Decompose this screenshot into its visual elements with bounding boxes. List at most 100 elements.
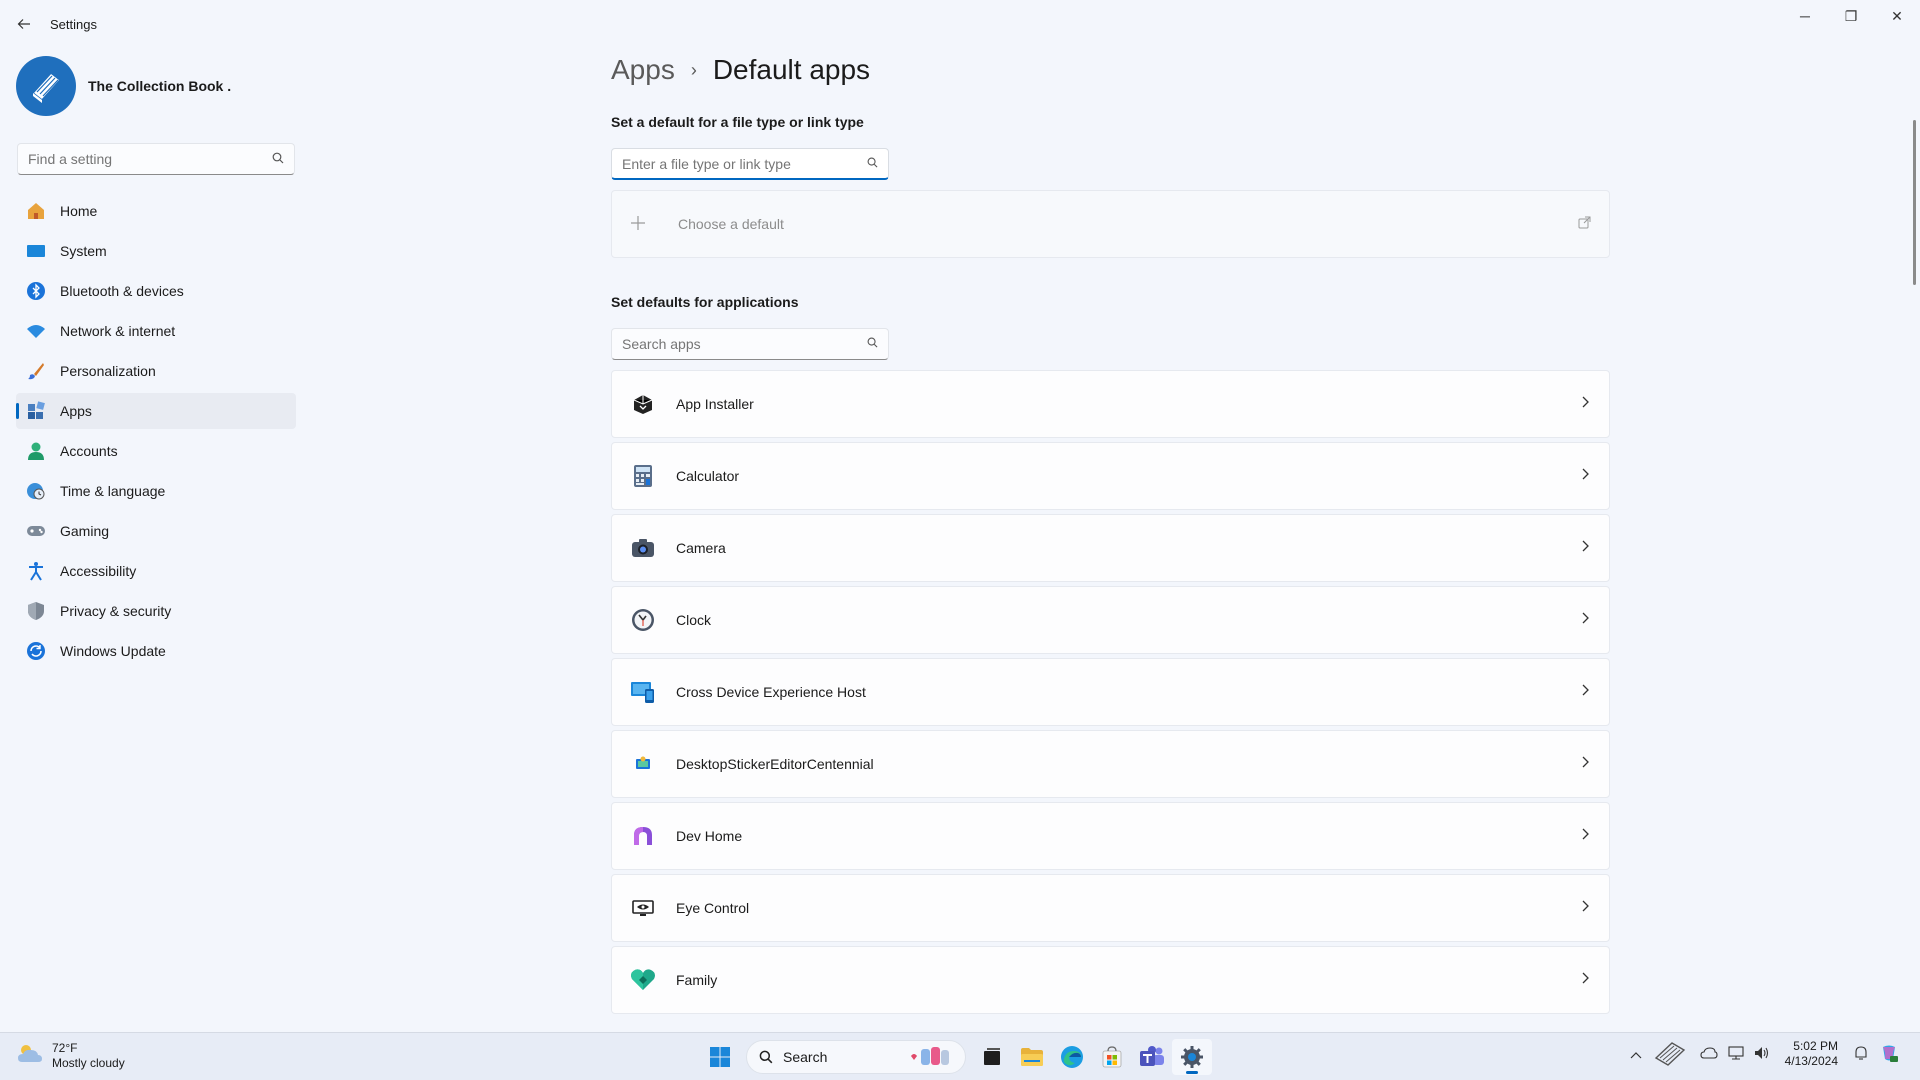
chevron-right-icon xyxy=(1581,827,1591,845)
app-name: App Installer xyxy=(676,396,754,412)
volume-icon[interactable] xyxy=(1754,1046,1770,1063)
sidebar-item-accessibility[interactable]: Accessibility xyxy=(16,553,296,589)
filetype-section-heading: Set a default for a file type or link ty… xyxy=(611,114,864,130)
profile[interactable]: The Collection Book . xyxy=(16,56,231,116)
app-row-cross-device[interactable]: Cross Device Experience Host xyxy=(611,658,1610,726)
task-view-button[interactable] xyxy=(972,1039,1012,1075)
book-logo-icon xyxy=(31,71,62,103)
task-view-icon xyxy=(984,1048,1000,1065)
maximize-button[interactable]: ❐ xyxy=(1828,0,1874,32)
taskbar: 72°F Mostly cloudy Search 5:02 PM 4/13/2… xyxy=(0,1032,1920,1080)
chevron-right-icon: › xyxy=(690,59,697,80)
sidebar-item-windows-update[interactable]: Windows Update xyxy=(16,633,296,669)
back-button[interactable] xyxy=(12,12,36,36)
plus-icon xyxy=(630,211,654,237)
scrollbar[interactable] xyxy=(1913,120,1916,285)
settings-taskbar-button[interactable] xyxy=(1172,1039,1212,1075)
taskbar-clock[interactable]: 5:02 PM 4/13/2024 xyxy=(1785,1039,1838,1069)
chevron-up-icon[interactable] xyxy=(1630,1046,1642,1062)
app-row-calculator[interactable]: Calculator xyxy=(611,442,1610,510)
weather-widget[interactable]: 72°F Mostly cloudy xyxy=(16,1041,125,1071)
sidebar-item-gaming[interactable]: Gaming xyxy=(16,513,296,549)
start-button[interactable] xyxy=(700,1039,740,1075)
sidebar-item-label: Gaming xyxy=(60,523,110,539)
cloudy-weather-icon xyxy=(16,1042,44,1070)
brush-icon xyxy=(26,361,46,381)
cross-device-icon xyxy=(630,679,656,705)
chevron-right-icon xyxy=(1581,539,1591,557)
sidebar-item-label: Apps xyxy=(60,403,92,419)
taskbar-search-label: Search xyxy=(783,1049,828,1065)
avatar xyxy=(16,56,76,116)
breadcrumb-apps[interactable]: Apps xyxy=(611,54,675,86)
edge-button[interactable] xyxy=(1052,1039,1092,1075)
taskbar-search[interactable]: Search xyxy=(746,1040,966,1074)
camera-icon xyxy=(630,535,656,561)
sidebar-item-privacy[interactable]: Privacy & security xyxy=(16,593,296,629)
system-tray: 5:02 PM 4/13/2024 xyxy=(1625,1039,1904,1069)
store-button[interactable] xyxy=(1092,1039,1132,1075)
app-title: Settings xyxy=(50,17,97,32)
find-setting-input[interactable] xyxy=(28,151,272,167)
home-icon xyxy=(26,201,46,221)
app-name: Clock xyxy=(676,612,712,628)
shield-icon xyxy=(26,601,46,621)
gamepad-icon xyxy=(26,521,46,541)
app-name: Dev Home xyxy=(676,828,743,844)
folder-icon xyxy=(1021,1048,1043,1066)
sidebar-item-bluetooth[interactable]: Bluetooth & devices xyxy=(16,273,296,309)
app-row-camera[interactable]: Camera xyxy=(611,514,1610,582)
book-tray-icon[interactable] xyxy=(1652,1040,1690,1069)
filetype-search[interactable] xyxy=(611,148,889,180)
sidebar-item-home[interactable]: Home xyxy=(16,193,296,229)
gear-icon xyxy=(1181,1046,1203,1068)
chevron-right-icon xyxy=(1581,683,1591,701)
search-icon xyxy=(867,337,878,351)
search-apps-input[interactable] xyxy=(622,336,867,352)
sidebar-item-time-language[interactable]: Time & language xyxy=(16,473,296,509)
sidebar-item-accounts[interactable]: Accounts xyxy=(16,433,296,469)
app-row-app-installer[interactable]: App Installer xyxy=(611,370,1610,438)
onedrive-cloud-icon[interactable] xyxy=(1700,1046,1718,1062)
sidebar-item-label: Bluetooth & devices xyxy=(60,283,184,299)
edge-browser-icon xyxy=(1061,1046,1083,1068)
sidebar-item-network[interactable]: Network & internet xyxy=(16,313,296,349)
app-name: Calculator xyxy=(676,468,740,484)
minimize-button[interactable]: ─ xyxy=(1782,0,1828,32)
notifications-icon[interactable] xyxy=(1853,1045,1869,1064)
title-bar: Settings ─ ❐ ✕ xyxy=(0,0,1920,48)
filetype-input[interactable] xyxy=(622,155,867,172)
app-name: Eye Control xyxy=(676,900,750,916)
app-name: Camera xyxy=(676,540,726,556)
app-list: App Installer Calculator Camera Clock Cr… xyxy=(611,370,1610,1018)
app-row-clock[interactable]: Clock xyxy=(611,586,1610,654)
app-row-sticker-editor[interactable]: DesktopStickerEditorCentennial xyxy=(611,730,1610,798)
breadcrumb: Apps › Default apps xyxy=(611,54,870,86)
search-icon xyxy=(759,1050,773,1064)
app-row-eye-control[interactable]: Eye Control xyxy=(611,874,1610,942)
app-row-family[interactable]: Family xyxy=(611,946,1610,1014)
update-icon xyxy=(26,641,46,661)
search-apps[interactable] xyxy=(611,328,889,360)
sidebar-item-personalization[interactable]: Personalization xyxy=(16,353,296,389)
sidebar-item-label: System xyxy=(60,243,107,259)
sidebar-item-label: Accounts xyxy=(60,443,118,459)
sidebar-item-label: Privacy & security xyxy=(60,603,172,619)
system-icon xyxy=(26,241,46,261)
network-icon[interactable] xyxy=(1728,1045,1744,1063)
taskbar-center: Search xyxy=(700,1039,1212,1075)
sidebar-item-system[interactable]: System xyxy=(16,233,296,269)
family-icon xyxy=(630,967,656,993)
weather-temperature: 72°F xyxy=(52,1041,78,1055)
store-icon xyxy=(1102,1046,1122,1068)
app-row-dev-home[interactable]: Dev Home xyxy=(611,802,1610,870)
chevron-right-icon xyxy=(1581,395,1591,413)
copilot-icon[interactable] xyxy=(1879,1043,1899,1066)
file-explorer-button[interactable] xyxy=(1012,1039,1052,1075)
person-icon xyxy=(26,441,46,461)
chevron-right-icon xyxy=(1581,611,1591,629)
close-button[interactable]: ✕ xyxy=(1874,0,1920,32)
find-setting-search[interactable] xyxy=(17,143,295,175)
sidebar-item-apps[interactable]: Apps xyxy=(16,393,296,429)
teams-button[interactable] xyxy=(1132,1039,1172,1075)
